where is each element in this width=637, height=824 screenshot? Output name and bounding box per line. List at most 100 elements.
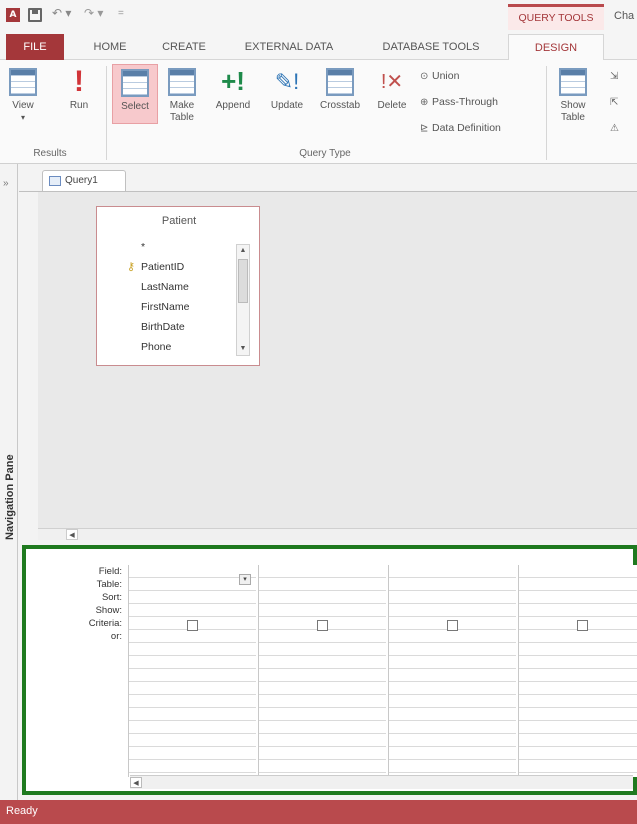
view-button[interactable]: View ▾: [6, 68, 40, 124]
data-definition-icon: ⊵: [420, 123, 429, 134]
grid-column[interactable]: [258, 565, 386, 777]
field-name: Phone: [141, 341, 172, 353]
undo-icon[interactable]: ↶ ▾: [52, 6, 78, 20]
grid-column[interactable]: ▾: [128, 565, 256, 777]
scroll-left-icon[interactable]: ◀: [66, 529, 78, 540]
show-table-icon: [559, 68, 587, 96]
update-button[interactable]: ✎! Update: [262, 68, 312, 112]
data-definition-label: Data Definition: [432, 122, 501, 134]
crosstab-icon: [326, 68, 354, 96]
show-checkbox[interactable]: [317, 620, 328, 631]
append-label: Append: [215, 100, 251, 111]
row-label-or: or:: [110, 631, 122, 642]
crosstab-button[interactable]: Crosstab: [314, 68, 366, 112]
navigation-pane[interactable]: » Navigation Pane: [0, 164, 18, 800]
group-divider: [106, 66, 107, 160]
access-icon: A: [6, 8, 20, 22]
grid-column[interactable]: [388, 565, 516, 777]
status-bar: Ready: [0, 800, 637, 824]
save-icon[interactable]: [28, 8, 42, 22]
show-checkbox[interactable]: [577, 620, 588, 631]
tab-create[interactable]: CREATE: [154, 34, 214, 60]
make-table-button[interactable]: Make Table: [162, 68, 202, 124]
ribbon: View ▾ ! Run Results Select Make Table +…: [0, 60, 637, 164]
update-label: Update: [270, 100, 304, 111]
results-group-label: Results: [33, 148, 67, 159]
tab-query1[interactable]: Query1: [42, 170, 126, 192]
field-item[interactable]: BirthDate: [103, 317, 233, 337]
make-table-label-2: Table: [170, 112, 194, 123]
show-checkbox[interactable]: [447, 620, 458, 631]
tab-file[interactable]: FILE: [6, 34, 64, 60]
row-label-criteria: Criteria:: [88, 618, 122, 629]
grid-columns: ▾: [128, 565, 637, 777]
row-label-field: Field:: [98, 566, 122, 577]
builder-button[interactable]: ⚠: [610, 122, 622, 134]
show-table-label-1: Show: [560, 100, 586, 111]
union-icon: ⊙: [420, 71, 429, 82]
run-label: Run: [69, 100, 89, 111]
show-checkbox[interactable]: [187, 620, 198, 631]
scroll-up-icon[interactable]: ▲: [237, 245, 249, 257]
customize-toolbar-icon[interactable]: =: [118, 8, 128, 22]
field-item[interactable]: FirstName: [103, 297, 233, 317]
window-title: Cha: [614, 10, 635, 22]
show-table-button[interactable]: Show Table: [552, 68, 594, 124]
field-dropdown-icon[interactable]: ▾: [239, 574, 251, 585]
tab-external-data[interactable]: EXTERNAL DATA: [228, 34, 350, 60]
status-text: Ready: [6, 805, 38, 817]
builder-icon: ⚠: [610, 123, 619, 134]
expand-nav-icon[interactable]: »: [3, 178, 9, 189]
tab-design[interactable]: DESIGN: [508, 34, 604, 61]
scroll-left-icon[interactable]: ◀: [130, 777, 142, 788]
delete-button[interactable]: !✕ Delete: [370, 68, 414, 112]
field-name: FirstName: [141, 301, 190, 313]
field-item[interactable]: Phone: [103, 337, 233, 357]
row-label-show: Show:: [95, 605, 122, 616]
field-name: *: [141, 241, 146, 253]
title-bar: A ↶ ▾ ↷ ▾ = QUERY TOOLS Cha: [0, 0, 637, 34]
insert-rows-button[interactable]: ⇲: [610, 70, 622, 82]
delete-rows-button[interactable]: ⇱: [610, 96, 622, 108]
insert-rows-icon: ⇲: [610, 71, 619, 82]
union-button[interactable]: ⊙ Union: [420, 70, 459, 82]
tab-database-tools[interactable]: DATABASE TOOLS: [370, 34, 492, 60]
run-button[interactable]: ! Run: [62, 67, 96, 112]
field-name: LastName: [141, 281, 189, 293]
row-label-sort: Sort:: [101, 592, 122, 603]
row-label-table: Table:: [96, 579, 122, 590]
grid-column[interactable]: [518, 565, 637, 777]
crosstab-label: Crosstab: [319, 100, 360, 111]
make-table-label-1: Make: [169, 100, 195, 111]
union-label: Union: [432, 70, 460, 82]
access-window: A ↶ ▾ ↷ ▾ = QUERY TOOLS Cha FILE HOME CR…: [0, 0, 637, 824]
field-name: BirthDate: [141, 321, 185, 333]
select-label: Select: [121, 101, 149, 112]
tab-home[interactable]: HOME: [82, 34, 138, 60]
field-list-title: Patient: [161, 215, 197, 227]
pass-through-label: Pass-Through: [432, 96, 498, 108]
select-query-icon: [121, 69, 149, 97]
query1-label: Query1: [65, 175, 98, 186]
append-button[interactable]: +! Append: [208, 68, 258, 112]
field-item[interactable]: ⚷ PatientID: [103, 257, 233, 277]
field-list-scrollbar[interactable]: ▲ ▼: [236, 244, 250, 356]
delete-label: Delete: [377, 100, 407, 111]
grid-scrollbar[interactable]: ◀: [130, 775, 633, 789]
ribbon-tabs: FILE HOME CREATE EXTERNAL DATA DATABASE …: [0, 34, 637, 61]
scroll-down-icon[interactable]: ▼: [237, 343, 249, 355]
scroll-thumb[interactable]: [238, 259, 248, 303]
select-query-button[interactable]: Select: [112, 64, 158, 124]
delete-rows-icon: ⇱: [610, 97, 619, 108]
field-item[interactable]: LastName: [103, 277, 233, 297]
upper-pane-scrollbar[interactable]: ◀: [38, 528, 637, 540]
query-icon: [49, 176, 61, 186]
redo-icon[interactable]: ↷ ▾: [84, 6, 110, 20]
pass-through-button[interactable]: ⊕ Pass-Through: [420, 96, 498, 108]
group-divider: [546, 66, 547, 160]
field-item[interactable]: *: [103, 237, 233, 257]
datasheet-view-icon: [9, 68, 37, 96]
data-definition-button[interactable]: ⊵ Data Definition: [420, 122, 501, 134]
query-tools-context-label: QUERY TOOLS: [508, 4, 604, 30]
globe-icon: ⊕: [420, 97, 429, 108]
